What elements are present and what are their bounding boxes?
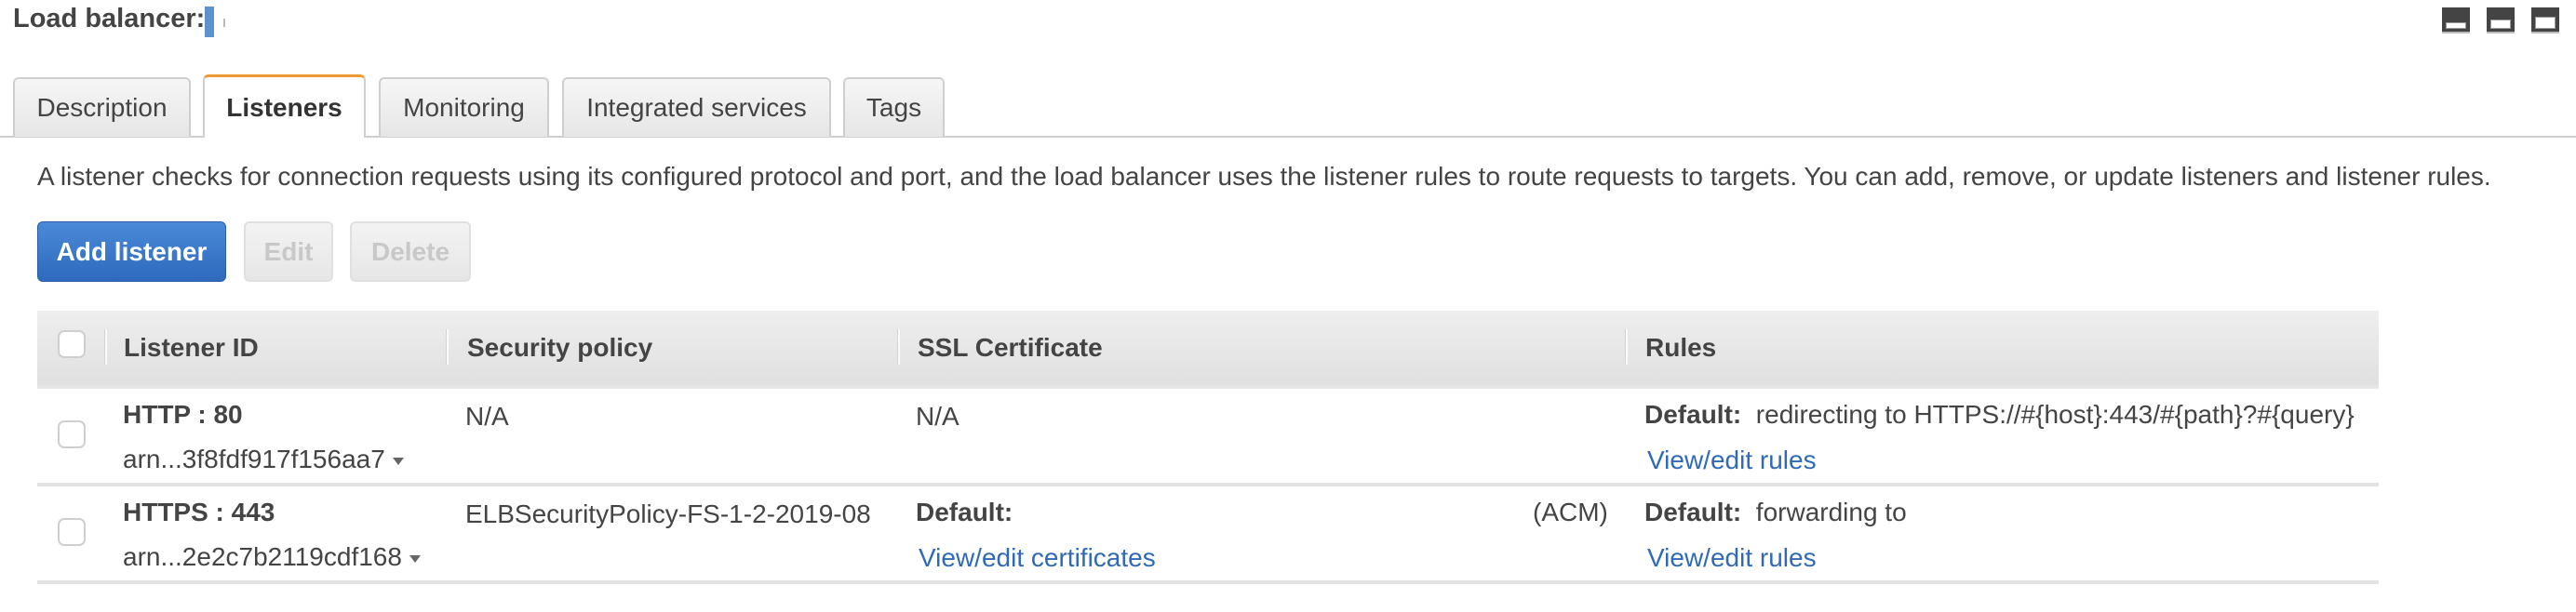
ssl-certificate-source: (ACM): [1533, 498, 1608, 526]
column-divider: [446, 329, 449, 365]
select-all-checkbox[interactable]: [58, 330, 86, 358]
tab-monitoring[interactable]: Monitoring: [379, 77, 549, 137]
caret-down-icon[interactable]: [392, 457, 404, 465]
listener-arn-text: arn...2e2c7b2119cdf168: [123, 542, 402, 571]
panel-bottom-medium-icon[interactable]: [2487, 7, 2515, 33]
listener-arn[interactable]: arn...3f8fdf917f156aa7: [123, 445, 404, 474]
ssl-default-label: Default:: [916, 498, 1013, 526]
view-edit-rules-link[interactable]: View/edit rules: [1647, 446, 1817, 475]
row-checkbox[interactable]: [58, 420, 86, 448]
load-balancer-title: Load balancer:: [13, 4, 206, 33]
caret-down-icon[interactable]: [409, 554, 421, 563]
listeners-description: A listener checks for connection request…: [37, 162, 2491, 191]
row-checkbox[interactable]: [58, 518, 86, 546]
tab-listeners[interactable]: Listeners: [203, 74, 366, 138]
view-edit-certificates-link[interactable]: View/edit certificates: [919, 543, 1156, 573]
column-header-ssl-certificate[interactable]: SSL Certificate: [918, 311, 1103, 385]
security-policy: ELBSecurityPolicy-FS-1-2-2019-08: [465, 499, 871, 528]
column-header-listener-id[interactable]: Listener ID: [124, 311, 259, 385]
rules-default-value: forwarding to: [1755, 498, 1907, 526]
rules-default-label: Default:: [1644, 400, 1742, 429]
listener-arn[interactable]: arn...2e2c7b2119cdf168: [123, 542, 421, 572]
rules-default-value: redirecting to HTTPS://#{host}:443/#{pat…: [1755, 400, 2355, 429]
rules-default: Default: redirecting to HTTPS://#{host}:…: [1644, 400, 2355, 430]
view-edit-rules-link[interactable]: View/edit rules: [1647, 543, 1817, 573]
rules-default: Default: forwarding to: [1644, 498, 1907, 527]
table-header: Listener ID Security policy SSL Certific…: [37, 311, 2379, 389]
edit-button[interactable]: Edit: [244, 221, 333, 282]
tab-tags[interactable]: Tags: [843, 77, 945, 137]
security-policy: N/A: [465, 402, 509, 431]
column-header-security-policy[interactable]: Security policy: [467, 311, 652, 385]
panel-bottom-large-icon[interactable]: [2531, 7, 2559, 33]
listener-arn-text: arn...3f8fdf917f156aa7: [123, 445, 385, 473]
tab-description[interactable]: Description: [13, 77, 191, 137]
table-row[interactable]: HTTP : 80 arn...3f8fdf917f156aa7 N/A N/A…: [37, 389, 2379, 486]
delete-button[interactable]: Delete: [350, 221, 471, 282]
column-divider: [104, 329, 107, 365]
rules-default-label: Default:: [1644, 498, 1742, 526]
table-row[interactable]: HTTPS : 443 arn...2e2c7b2119cdf168 ELBSe…: [37, 486, 2379, 584]
title-divider: [223, 19, 225, 27]
column-divider: [897, 329, 900, 365]
listener-protocol-port: HTTP : 80: [123, 400, 243, 429]
column-divider: [1625, 329, 1628, 365]
add-listener-button[interactable]: Add listener: [37, 221, 226, 282]
listeners-table: Listener ID Security policy SSL Certific…: [37, 311, 2379, 584]
ssl-certificate: N/A: [916, 402, 959, 431]
tab-integrated-services[interactable]: Integrated services: [562, 77, 831, 137]
listener-protocol-port: HTTPS : 443: [123, 498, 275, 526]
column-header-rules[interactable]: Rules: [1645, 311, 1716, 385]
load-balancer-name: [205, 7, 214, 37]
panel-bottom-small-icon[interactable]: [2442, 7, 2470, 33]
